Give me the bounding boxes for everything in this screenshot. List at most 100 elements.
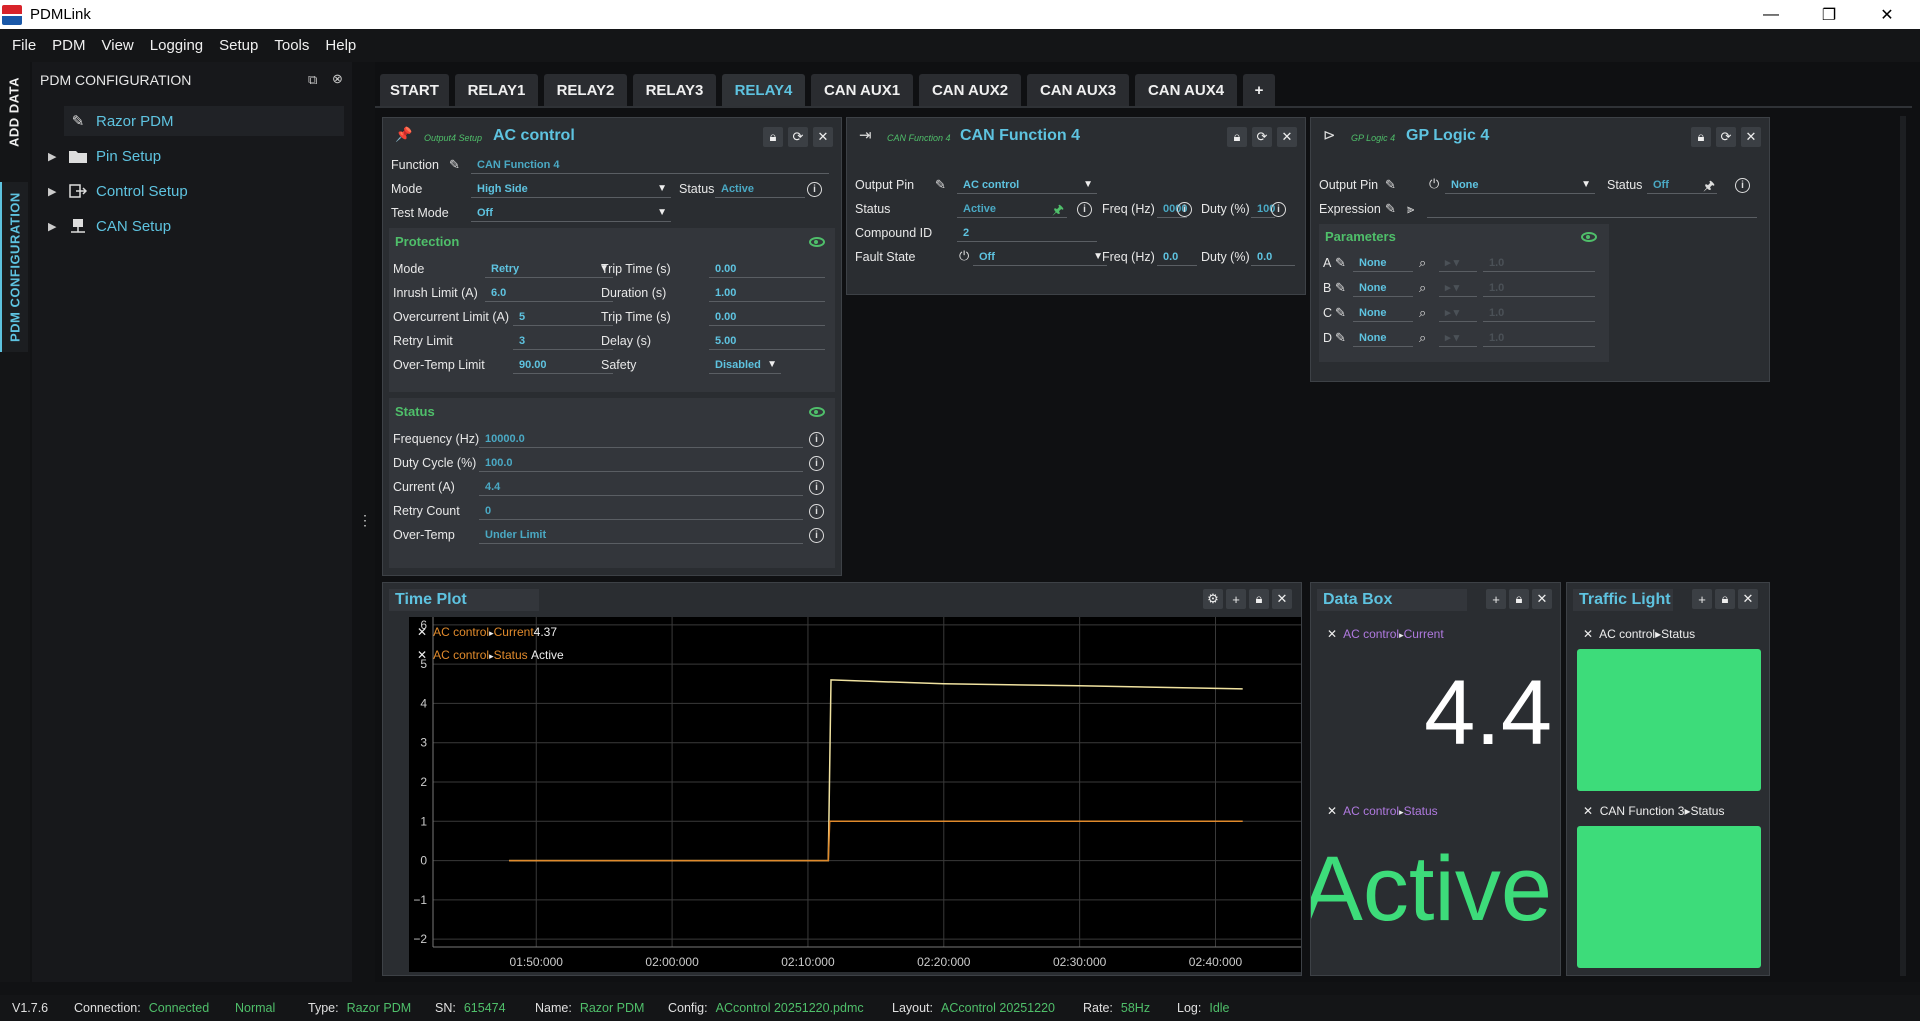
- edit-pencil-icon[interactable]: ✎: [1385, 201, 1396, 217]
- edit-pencil-icon[interactable]: ✎: [1335, 330, 1346, 346]
- param-b-num[interactable]: 1.0: [1483, 279, 1595, 297]
- eye-icon[interactable]: [809, 407, 825, 417]
- float-icon[interactable]: ⧉: [308, 72, 317, 88]
- tree-item-control-setup[interactable]: ▶ Control Setup: [48, 177, 188, 205]
- param-d-field[interactable]: None: [1353, 329, 1413, 347]
- tab-can-aux2[interactable]: CAN AUX2: [919, 74, 1021, 106]
- output-pin-dropdown[interactable]: AC control: [957, 176, 1097, 194]
- tab-relay3[interactable]: RELAY3: [633, 74, 716, 106]
- trip-time2-field[interactable]: 0.00: [709, 308, 825, 326]
- expression-field[interactable]: [1427, 200, 1757, 218]
- remove-item-icon[interactable]: ✕: [1583, 627, 1593, 641]
- menu-help[interactable]: Help: [317, 37, 364, 54]
- remove-item-icon[interactable]: ✕: [1583, 804, 1593, 818]
- close-icon[interactable]: ✕: [1738, 589, 1758, 609]
- remove-item-icon[interactable]: ✕: [1327, 627, 1337, 641]
- info-icon[interactable]: i: [809, 504, 824, 519]
- tab-relay4[interactable]: RELAY4: [722, 74, 805, 106]
- info-icon[interactable]: i: [1735, 178, 1750, 193]
- fault-state-dropdown[interactable]: Off: [973, 248, 1107, 266]
- remove-series-icon[interactable]: ✕: [417, 625, 427, 639]
- param-d-op[interactable]: ▸ ▾: [1439, 329, 1477, 347]
- menu-setup[interactable]: Setup: [211, 37, 266, 54]
- safety-dropdown[interactable]: Disabled: [709, 356, 781, 374]
- mode-dropdown[interactable]: High Side: [471, 180, 671, 198]
- tab-start[interactable]: START: [380, 74, 449, 106]
- tree-item-pin-setup[interactable]: ▶ Pin Setup: [48, 142, 161, 170]
- retry-limit-field[interactable]: 3: [513, 332, 613, 350]
- compound-id-field[interactable]: 2: [957, 224, 1097, 242]
- add-icon[interactable]: +: [1226, 589, 1246, 609]
- power-icon[interactable]: ⏻: [1429, 176, 1439, 192]
- menu-logging[interactable]: Logging: [142, 37, 211, 54]
- lock-icon[interactable]: 🔒︎: [763, 127, 783, 147]
- add-tab-button[interactable]: +: [1243, 74, 1275, 106]
- param-a-field[interactable]: None: [1353, 254, 1413, 272]
- info-icon[interactable]: i: [809, 456, 824, 471]
- remove-item-icon[interactable]: ✕: [1327, 804, 1337, 818]
- lock-icon[interactable]: 🔒︎: [1691, 127, 1711, 147]
- splitter-handle[interactable]: ⋮: [358, 512, 372, 529]
- remove-series-icon[interactable]: ✕: [417, 648, 427, 662]
- prot-mode-dropdown[interactable]: Retry: [485, 260, 613, 278]
- edit-pencil-icon[interactable]: ✎: [935, 177, 946, 193]
- time-plot-chart[interactable]: 6 5 4 3 2 1 0 −1 −2 01:50:000 02:00:000 02:10:000 02…: [409, 617, 1301, 972]
- close-icon[interactable]: ✕: [1272, 589, 1292, 609]
- info-icon[interactable]: i: [809, 480, 824, 495]
- refresh-icon[interactable]: ⟳: [1716, 127, 1736, 147]
- tab-can-aux3[interactable]: CAN AUX3: [1027, 74, 1129, 106]
- add-icon[interactable]: +: [1486, 589, 1506, 609]
- power-icon[interactable]: ⏻: [959, 248, 969, 264]
- eye-icon[interactable]: [1581, 232, 1597, 242]
- lock-icon[interactable]: 🔒︎: [1227, 127, 1247, 147]
- info-icon[interactable]: i: [1271, 202, 1286, 217]
- delay-field[interactable]: 5.00: [709, 332, 825, 350]
- close-icon[interactable]: ✕: [1741, 127, 1761, 147]
- info-icon[interactable]: i: [809, 432, 824, 447]
- tab-pdm-configuration[interactable]: PDM CONFIGURATION: [0, 182, 28, 352]
- output-pin-dropdown[interactable]: None: [1445, 176, 1595, 194]
- freq2-field[interactable]: 0.0: [1157, 248, 1197, 266]
- duty2-field[interactable]: 0.0: [1251, 248, 1295, 266]
- close-window-button[interactable]: ✕: [1858, 0, 1916, 29]
- param-b-field[interactable]: None: [1353, 279, 1413, 297]
- search-icon[interactable]: ⌕: [1419, 255, 1426, 271]
- minimize-button[interactable]: —: [1742, 0, 1800, 29]
- lock-icon[interactable]: 🔒︎: [1715, 589, 1735, 609]
- param-c-num[interactable]: 1.0: [1483, 304, 1595, 322]
- close-icon[interactable]: ⊗: [332, 71, 343, 87]
- info-icon[interactable]: i: [809, 528, 824, 543]
- expand-arrow-icon[interactable]: ▶: [48, 150, 68, 163]
- info-icon[interactable]: i: [1077, 202, 1092, 217]
- close-icon[interactable]: ✕: [813, 127, 833, 147]
- menu-pdm[interactable]: PDM: [44, 37, 93, 54]
- tab-add-data[interactable]: ADD DATA: [0, 72, 28, 152]
- add-icon[interactable]: +: [1692, 589, 1712, 609]
- search-icon[interactable]: ⌕: [1419, 305, 1426, 321]
- refresh-icon[interactable]: ⟳: [788, 127, 808, 147]
- param-a-op[interactable]: ▸ ▾: [1439, 254, 1477, 272]
- refresh-icon[interactable]: ⟳: [1252, 127, 1272, 147]
- overtemp-limit-field[interactable]: 90.00: [513, 356, 613, 374]
- maximize-button[interactable]: ❐: [1800, 0, 1858, 29]
- menu-tools[interactable]: Tools: [266, 37, 317, 54]
- menu-file[interactable]: File: [0, 37, 44, 54]
- param-a-num[interactable]: 1.0: [1483, 254, 1595, 272]
- trip-time-field[interactable]: 0.00: [709, 260, 825, 278]
- edit-pencil-icon[interactable]: ✎: [1335, 305, 1346, 321]
- lock-icon[interactable]: 🔒︎: [1509, 589, 1529, 609]
- info-icon[interactable]: i: [807, 182, 822, 197]
- search-icon[interactable]: ⌕: [1419, 330, 1426, 346]
- param-c-op[interactable]: ▸ ▾: [1439, 304, 1477, 322]
- close-icon[interactable]: ✕: [1532, 589, 1552, 609]
- edit-pencil-icon[interactable]: ✎: [1335, 280, 1346, 296]
- edit-pencil-icon[interactable]: ✎: [1385, 177, 1396, 193]
- logic-gate-icon[interactable]: ⫸: [1407, 201, 1414, 217]
- lock-icon[interactable]: 🔒︎: [1249, 589, 1269, 609]
- param-c-field[interactable]: None: [1353, 304, 1413, 322]
- inrush-field[interactable]: 6.0: [485, 284, 613, 302]
- eye-icon[interactable]: [809, 237, 825, 247]
- duration-field[interactable]: 1.00: [709, 284, 825, 302]
- overcurrent-field[interactable]: 5: [513, 308, 613, 326]
- tree-item-razor-pdm[interactable]: ✎ Razor PDM: [68, 107, 174, 135]
